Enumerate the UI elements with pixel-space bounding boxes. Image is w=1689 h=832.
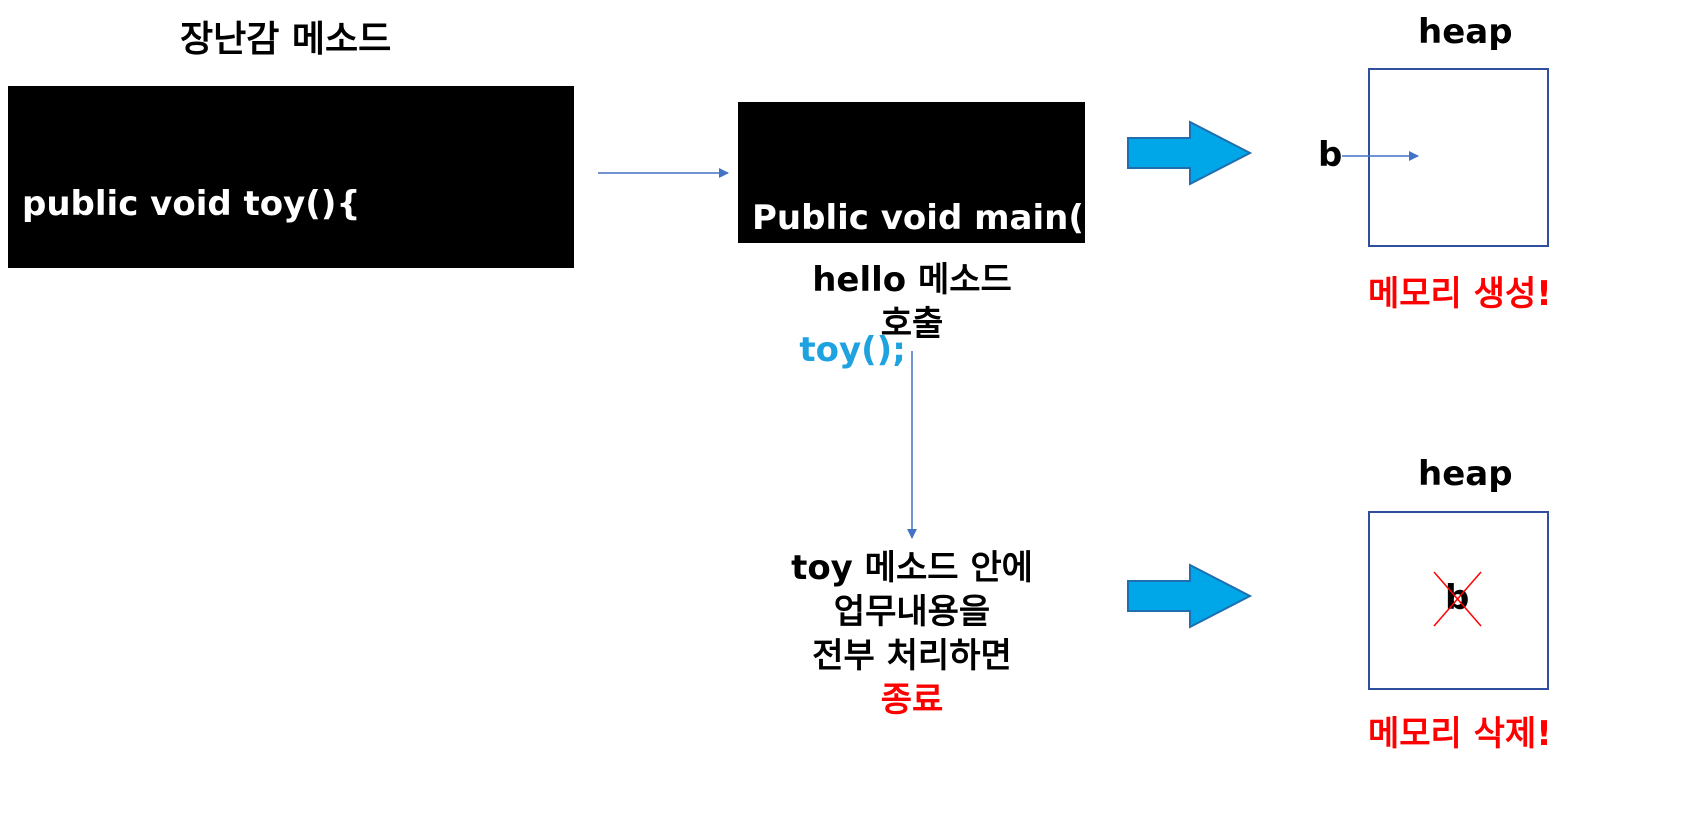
diagram-connectors xyxy=(598,120,1482,629)
block-arrow-top xyxy=(1127,120,1253,186)
block-arrow-bottom xyxy=(1127,563,1253,629)
